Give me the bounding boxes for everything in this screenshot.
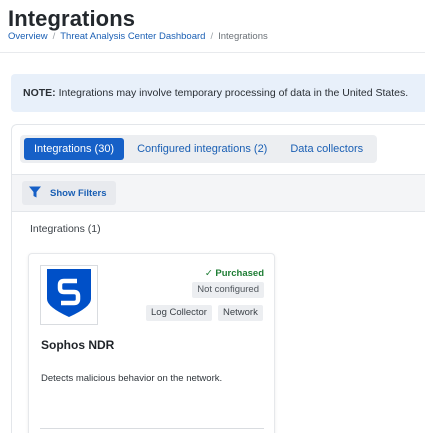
integration-logo (40, 265, 98, 325)
tag-log-collector: Log Collector (146, 305, 212, 321)
note-text: Integrations may involve temporary proce… (55, 87, 409, 99)
checkmark-icon: ✓ (204, 268, 213, 279)
page-title: Integrations (8, 6, 136, 31)
note-banner: NOTE: Integrations may involve temporary… (11, 74, 425, 112)
filter-icon (28, 185, 50, 202)
tab-integrations[interactable]: Integrations (30) (24, 138, 125, 160)
breadcrumb-current: Integrations (218, 31, 268, 42)
show-filters-button[interactable]: Show Filters (22, 181, 117, 205)
tab-bar: Integrations (30) Configured integration… (20, 135, 377, 163)
note-label: NOTE: (23, 87, 56, 99)
breadcrumb-separator: / (210, 31, 214, 42)
breadcrumb-dashboard-link[interactable]: Threat Analysis Center Dashboard (60, 31, 205, 42)
header-divider (0, 52, 425, 53)
tab-configured-integrations[interactable]: Configured integrations (2) (127, 138, 277, 160)
status-purchased-label: Purchased (215, 268, 264, 279)
card-divider (40, 428, 264, 429)
tab-data-collectors[interactable]: Data collectors (280, 138, 373, 160)
config-status-badge: Not configured (192, 282, 264, 298)
breadcrumb: Overview / Threat Analysis Center Dashbo… (8, 31, 268, 42)
sophos-shield-icon (44, 267, 94, 324)
status-purchased: ✓ Purchased (205, 268, 264, 279)
integration-title: Sophos NDR (41, 338, 115, 352)
tag-network: Network (218, 305, 263, 321)
breadcrumb-overview-link[interactable]: Overview (8, 31, 48, 42)
section-label: Integrations (1) (30, 223, 101, 235)
integration-description: Detects malicious behavior on the networ… (41, 373, 223, 384)
show-filters-label: Show Filters (50, 187, 107, 199)
breadcrumb-separator: / (52, 31, 56, 42)
